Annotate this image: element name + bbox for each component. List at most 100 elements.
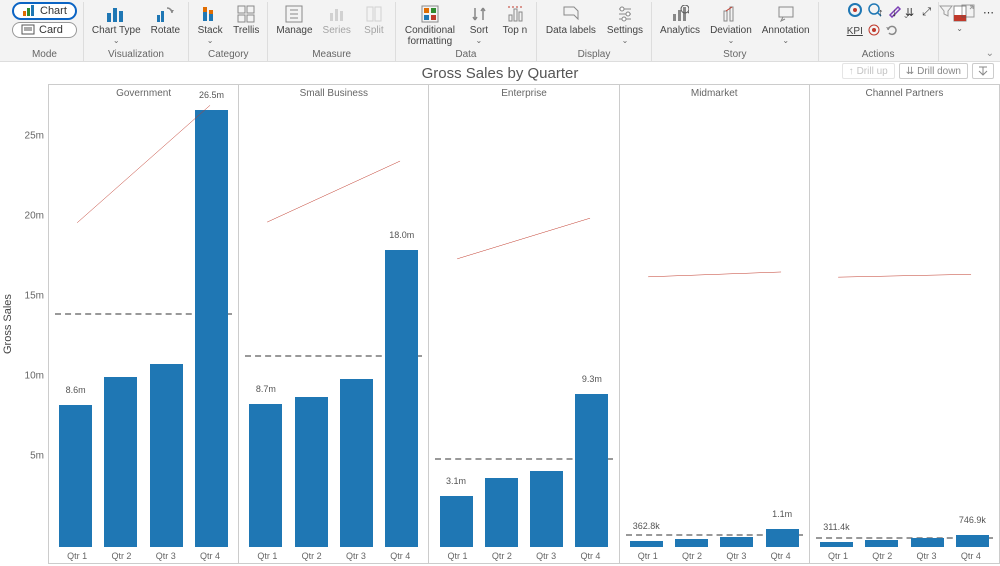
manage-button[interactable]: Manage: [274, 2, 314, 47]
bar[interactable]: 9.3m: [571, 102, 612, 547]
deviation-label: Deviation: [710, 25, 752, 36]
kpi-button[interactable]: KPI: [847, 26, 863, 37]
group-measure: Manage Series Split Measure: [268, 2, 396, 61]
bar[interactable]: 746.9k: [952, 102, 993, 547]
drill-expand-button[interactable]: [972, 63, 994, 79]
deviation-button[interactable]: Deviation ⌄: [708, 2, 754, 47]
settings-button[interactable]: Settings ⌄: [605, 2, 645, 47]
bar[interactable]: [906, 102, 947, 547]
stack-button[interactable]: Stack ⌄: [195, 2, 225, 47]
trellis-icon: [237, 5, 255, 23]
more-options-icon[interactable]: ⋯: [983, 6, 994, 19]
mode-card-button[interactable]: Card: [12, 22, 77, 38]
group-actions-label: Actions: [862, 47, 895, 61]
drill-down-button[interactable]: ⇊ Drill down: [899, 63, 968, 79]
x-tick: Qtr 3: [536, 551, 556, 561]
bar[interactable]: [716, 102, 757, 547]
bar-rect: [485, 478, 518, 547]
annotation-button[interactable]: Annotation ⌄: [760, 2, 812, 47]
trellis-panel: Enterprise3.1m9.3mQtr 1Qtr 2Qtr 3Qtr 4: [429, 85, 619, 563]
bar-rect: [575, 394, 608, 547]
bar[interactable]: [526, 102, 567, 547]
plot-area: 8.7m 18.0m: [245, 102, 422, 547]
cond-format-button[interactable]: Conditional formatting: [402, 2, 458, 47]
group-story-label: Story: [723, 47, 746, 61]
analytics-button[interactable]: Analytics: [658, 2, 702, 47]
bar[interactable]: 362.8k: [626, 102, 667, 547]
bar[interactable]: 3.1m: [435, 102, 476, 547]
bars: 8.6m 26.5m: [55, 102, 232, 547]
chart-header: Gross Sales by Quarter ↑ Drill up ⇊ Dril…: [0, 62, 1000, 84]
chevron-down-icon: ⌄: [207, 36, 214, 45]
drill-up-button[interactable]: ↑ Drill up: [842, 63, 895, 79]
bar[interactable]: [861, 102, 902, 547]
filter-icon[interactable]: [939, 4, 953, 21]
x-tick: Qtr 2: [492, 551, 512, 561]
bar-rect: [956, 535, 989, 547]
rotate-button[interactable]: Rotate: [149, 2, 182, 47]
x-tick: Qtr 4: [961, 551, 981, 561]
bar[interactable]: 1.1m: [762, 102, 803, 547]
ribbon-collapse-icon[interactable]: ⌄: [986, 48, 994, 59]
chevron-down-icon: ⌄: [476, 36, 483, 45]
chevron-down-icon: ⌄: [622, 36, 629, 45]
bar[interactable]: [336, 102, 377, 547]
focus-mode-icon[interactable]: [961, 4, 975, 21]
bar[interactable]: 8.7m: [245, 102, 286, 547]
bar-label: 362.8k: [633, 521, 660, 531]
bar-label: 1.1m: [772, 509, 792, 519]
bar[interactable]: [671, 102, 712, 547]
panel-title: Midmarket: [620, 85, 809, 102]
drill-controls: ↑ Drill up ⇊ Drill down: [842, 63, 994, 79]
x-axis: Qtr 1Qtr 2Qtr 3Qtr 4: [620, 547, 809, 563]
target-icon[interactable]: [867, 23, 881, 40]
group-cat-label: Category: [208, 47, 249, 61]
bar[interactable]: [100, 102, 141, 547]
x-tick: Qtr 1: [638, 551, 658, 561]
bar[interactable]: [291, 102, 332, 547]
bar[interactable]: [481, 102, 522, 547]
bar[interactable]: 311.4k: [816, 102, 857, 547]
y-tick: 15m: [25, 291, 44, 302]
y-tick: 25m: [25, 131, 44, 142]
arrow-up-icon[interactable]: ↑: [878, 7, 884, 19]
theme-icon[interactable]: [847, 2, 863, 21]
x-axis: Qtr 1Qtr 2Qtr 3Qtr 4: [49, 547, 238, 563]
data-labels-button[interactable]: Data labels: [543, 2, 599, 47]
bars: 8.7m 18.0m: [245, 102, 422, 547]
bar[interactable]: 8.6m: [55, 102, 96, 547]
split-label: Split: [364, 25, 383, 36]
trellis-button[interactable]: Trellis: [231, 2, 261, 47]
x-axis: Qtr 1Qtr 2Qtr 3Qtr 4: [429, 547, 618, 563]
sort-button[interactable]: Sort ⌄: [464, 2, 494, 47]
x-tick: Qtr 3: [346, 551, 366, 561]
data-labels-icon: [562, 5, 580, 23]
plot-area: 8.6m 26.5m: [55, 102, 232, 547]
x-tick: Qtr 1: [448, 551, 468, 561]
x-tick: Qtr 3: [156, 551, 176, 561]
bar-rect: [911, 538, 944, 547]
chevron-down-icon: ⌄: [956, 24, 963, 33]
expand-arrow-icon[interactable]: ⤢: [922, 6, 931, 19]
bar[interactable]: 26.5m: [191, 102, 232, 547]
bar[interactable]: 18.0m: [381, 102, 422, 547]
double-arrow-down-icon[interactable]: ⇊: [905, 6, 914, 19]
chart-type-button[interactable]: Chart Type ⌄: [90, 2, 143, 47]
annotation-icon: [777, 5, 795, 23]
x-tick: Qtr 2: [872, 551, 892, 561]
arrow-down-icon[interactable]: ↓: [891, 7, 897, 19]
trellis-panel: Channel Partners311.4k746.9kQtr 1Qtr 2Qt…: [810, 85, 999, 563]
bar-label: 746.9k: [959, 515, 986, 525]
sort-icon: [471, 5, 487, 23]
bar-rect: [295, 397, 328, 547]
mode-chart-button[interactable]: Chart: [12, 2, 77, 20]
manage-icon: [285, 5, 303, 23]
bar[interactable]: [146, 102, 187, 547]
topn-button[interactable]: Top n: [500, 2, 530, 47]
analytics-icon: [671, 5, 689, 23]
chevron-down-icon: ⌄: [782, 36, 789, 45]
reset-icon[interactable]: [885, 23, 899, 40]
y-tick: 10m: [25, 371, 44, 382]
analytics-label: Analytics: [660, 25, 700, 36]
manage-label: Manage: [276, 25, 312, 36]
